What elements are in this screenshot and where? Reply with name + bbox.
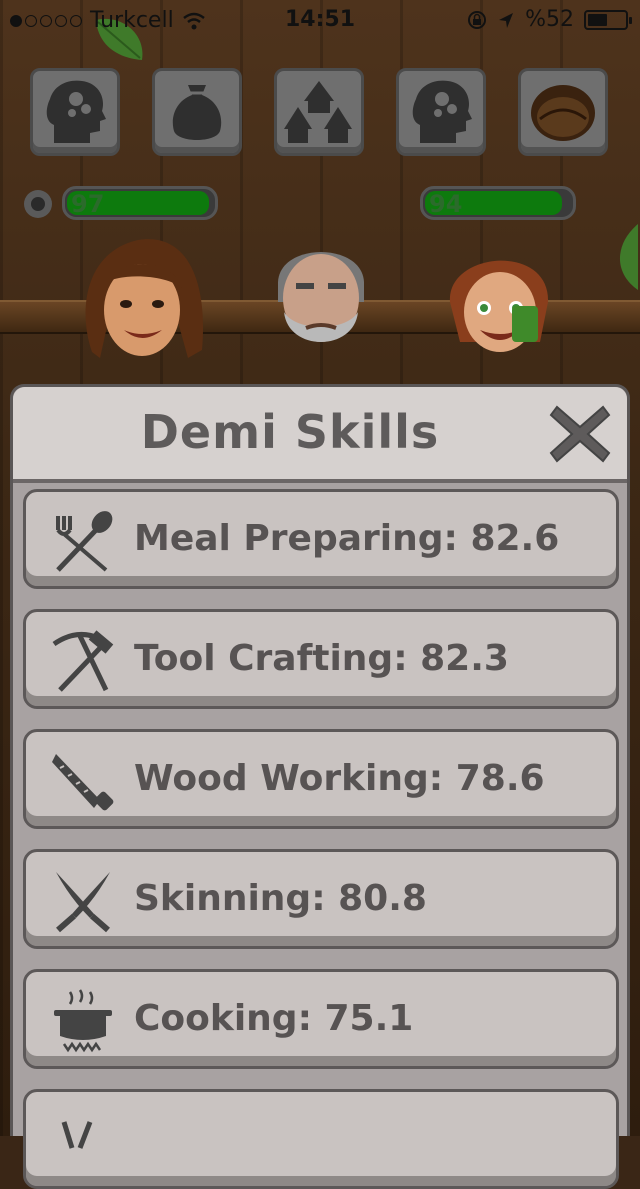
- skills-button-2[interactable]: [396, 68, 486, 156]
- skills-head-icon: [412, 80, 472, 143]
- character-portrait-elder[interactable]: [266, 232, 376, 364]
- dialog-title: Demi Skills: [140, 405, 440, 459]
- inventory-button[interactable]: [152, 68, 242, 156]
- skill-label: Meal Preparing: 82.6: [134, 518, 560, 559]
- dialog-header: Demi Skills: [13, 387, 627, 483]
- fork-spoon-icon: [56, 511, 113, 572]
- location-arrow-icon: [499, 12, 514, 28]
- food-button[interactable]: [518, 68, 608, 156]
- skill-label: Wood Working: 78.6: [134, 758, 545, 799]
- cooking-pot-icon: [54, 989, 112, 1053]
- orientation-lock-icon: [468, 10, 487, 29]
- saw-icon: [52, 754, 114, 811]
- battery-percent: %52: [525, 7, 574, 32]
- settings-gear-icon[interactable]: [20, 186, 56, 222]
- progress-bar-2: 94: [420, 186, 576, 220]
- character-portrait-young[interactable]: [78, 232, 208, 364]
- skill-row-tool-crafting[interactable]: Tool Crafting: 82.3: [23, 609, 619, 709]
- skill-row-skinning[interactable]: Skinning: 80.8: [23, 849, 619, 949]
- status-bar: Turkcell 14:51 %52: [0, 0, 640, 40]
- leaf-icon: [619, 224, 638, 290]
- coconut-icon: [531, 85, 595, 141]
- skill-label: Cooking: 75.1: [134, 998, 414, 1039]
- skill-row-meal-preparing[interactable]: Meal Preparing: 82.6: [23, 489, 619, 589]
- skill-row-cooking[interactable]: Cooking: 75.1: [23, 969, 619, 1069]
- partial-skill-icon: [61, 1121, 93, 1149]
- skills-button[interactable]: [30, 68, 120, 156]
- skill-row-wood-working[interactable]: Wood Working: 78.6: [23, 729, 619, 829]
- skill-row-partial[interactable]: [23, 1089, 619, 1189]
- progress-bar-1: 97: [62, 186, 218, 220]
- village-button[interactable]: [274, 68, 364, 156]
- battery-icon: [584, 9, 632, 30]
- huts-icon: [284, 81, 352, 143]
- skill-label: Skinning: 80.8: [134, 878, 427, 919]
- close-button[interactable]: [547, 401, 613, 467]
- skills-dialog: Demi Skills Meal Preparing: 82.6 Tool Cr…: [10, 384, 630, 1189]
- skill-label: Tool Crafting: 82.3: [134, 638, 509, 679]
- knives-icon: [56, 872, 110, 933]
- pickaxe-hammer-icon: [52, 630, 114, 692]
- bag-icon: [172, 85, 222, 140]
- character-portrait-demi[interactable]: [440, 232, 560, 364]
- skills-head-icon: [46, 80, 106, 143]
- progress-value: 97: [71, 190, 105, 218]
- progress-value: 94: [429, 190, 463, 218]
